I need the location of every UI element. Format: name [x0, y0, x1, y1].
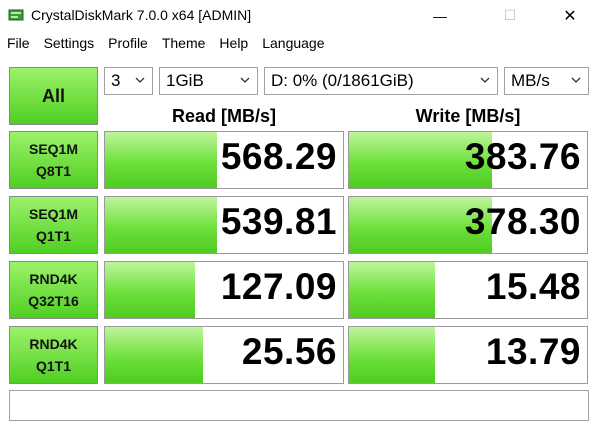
unit-value: MB/s [511, 71, 550, 90]
write-bar [349, 262, 435, 318]
read-result-cell: 25.56 [104, 326, 344, 384]
size-select[interactable]: 1GiB [159, 67, 258, 95]
read-bar [105, 262, 196, 318]
all-button[interactable]: All [9, 67, 98, 125]
write-value: 13.79 [485, 331, 581, 372]
minimize-button[interactable]: — [417, 0, 463, 31]
write-result-cell: 13.79 [348, 326, 588, 384]
count-select[interactable]: 3 [104, 67, 153, 95]
title-bar: CrystalDiskMark 7.0.0 x64 [ADMIN] — ☐ ✕ [0, 0, 601, 31]
write-value: 15.48 [485, 266, 581, 307]
test-label-line1: SEQ1M [28, 141, 78, 157]
menu-theme[interactable]: Theme [155, 35, 213, 51]
read-value: 568.29 [220, 136, 337, 177]
read-bar [105, 197, 217, 253]
test-label-line2: Q1T1 [35, 228, 71, 244]
maximize-button: ☐ [503, 7, 517, 23]
read-value: 127.09 [220, 266, 337, 307]
read-result-cell: 127.09 [104, 261, 344, 319]
read-bar [105, 132, 217, 188]
comment-field[interactable] [9, 390, 589, 421]
test-button-seq1m-q1t1[interactable]: SEQ1M Q1T1 [9, 196, 98, 254]
write-value: 383.76 [464, 136, 581, 177]
app-icon [8, 9, 24, 21]
menu-profile[interactable]: Profile [101, 35, 155, 51]
menu-language[interactable]: Language [255, 35, 331, 51]
write-value: 378.30 [464, 201, 581, 242]
chevron-down-icon [240, 77, 250, 83]
menu-bar: File Settings Profile Theme Help Languag… [0, 31, 601, 55]
drive-value: D: 0% (0/1861GiB) [271, 71, 414, 90]
drive-select[interactable]: D: 0% (0/1861GiB) [264, 67, 498, 95]
read-header: Read [MB/s] [171, 106, 276, 126]
count-value: 3 [111, 71, 121, 90]
test-label-line2: Q32T16 [28, 293, 79, 309]
unit-select[interactable]: MB/s [504, 67, 589, 95]
chevron-down-icon [135, 77, 145, 83]
chevron-down-icon [571, 77, 581, 83]
menu-settings[interactable]: Settings [37, 35, 102, 51]
read-value: 539.81 [220, 201, 337, 242]
write-result-cell: 383.76 [348, 131, 588, 189]
read-result-cell: 568.29 [104, 131, 344, 189]
test-button-rnd4k-q32t16[interactable]: RND4K Q32T16 [9, 261, 98, 319]
read-result-cell: 539.81 [104, 196, 344, 254]
write-bar [349, 327, 435, 383]
write-result-cell: 15.48 [348, 261, 588, 319]
menu-help[interactable]: Help [212, 35, 255, 51]
read-bar [105, 327, 203, 383]
menu-file[interactable]: File [0, 35, 37, 51]
close-button[interactable]: ✕ [547, 0, 593, 31]
test-label-line2: Q8T1 [35, 163, 71, 179]
chevron-down-icon [480, 77, 490, 83]
test-label-line2: Q1T1 [35, 358, 71, 374]
test-button-rnd4k-q1t1[interactable]: RND4K Q1T1 [9, 326, 98, 384]
test-label-line1: RND4K [29, 336, 78, 352]
test-label-line1: RND4K [29, 271, 78, 287]
read-value: 25.56 [241, 331, 337, 372]
write-result-cell: 378.30 [348, 196, 588, 254]
test-button-seq1m-q8t1[interactable]: SEQ1M Q8T1 [9, 131, 98, 189]
size-value: 1GiB [166, 71, 204, 90]
write-header: Write [MB/s] [415, 106, 521, 126]
window-title: CrystalDiskMark 7.0.0 x64 [ADMIN] [31, 7, 252, 23]
test-label-line1: SEQ1M [28, 206, 78, 222]
